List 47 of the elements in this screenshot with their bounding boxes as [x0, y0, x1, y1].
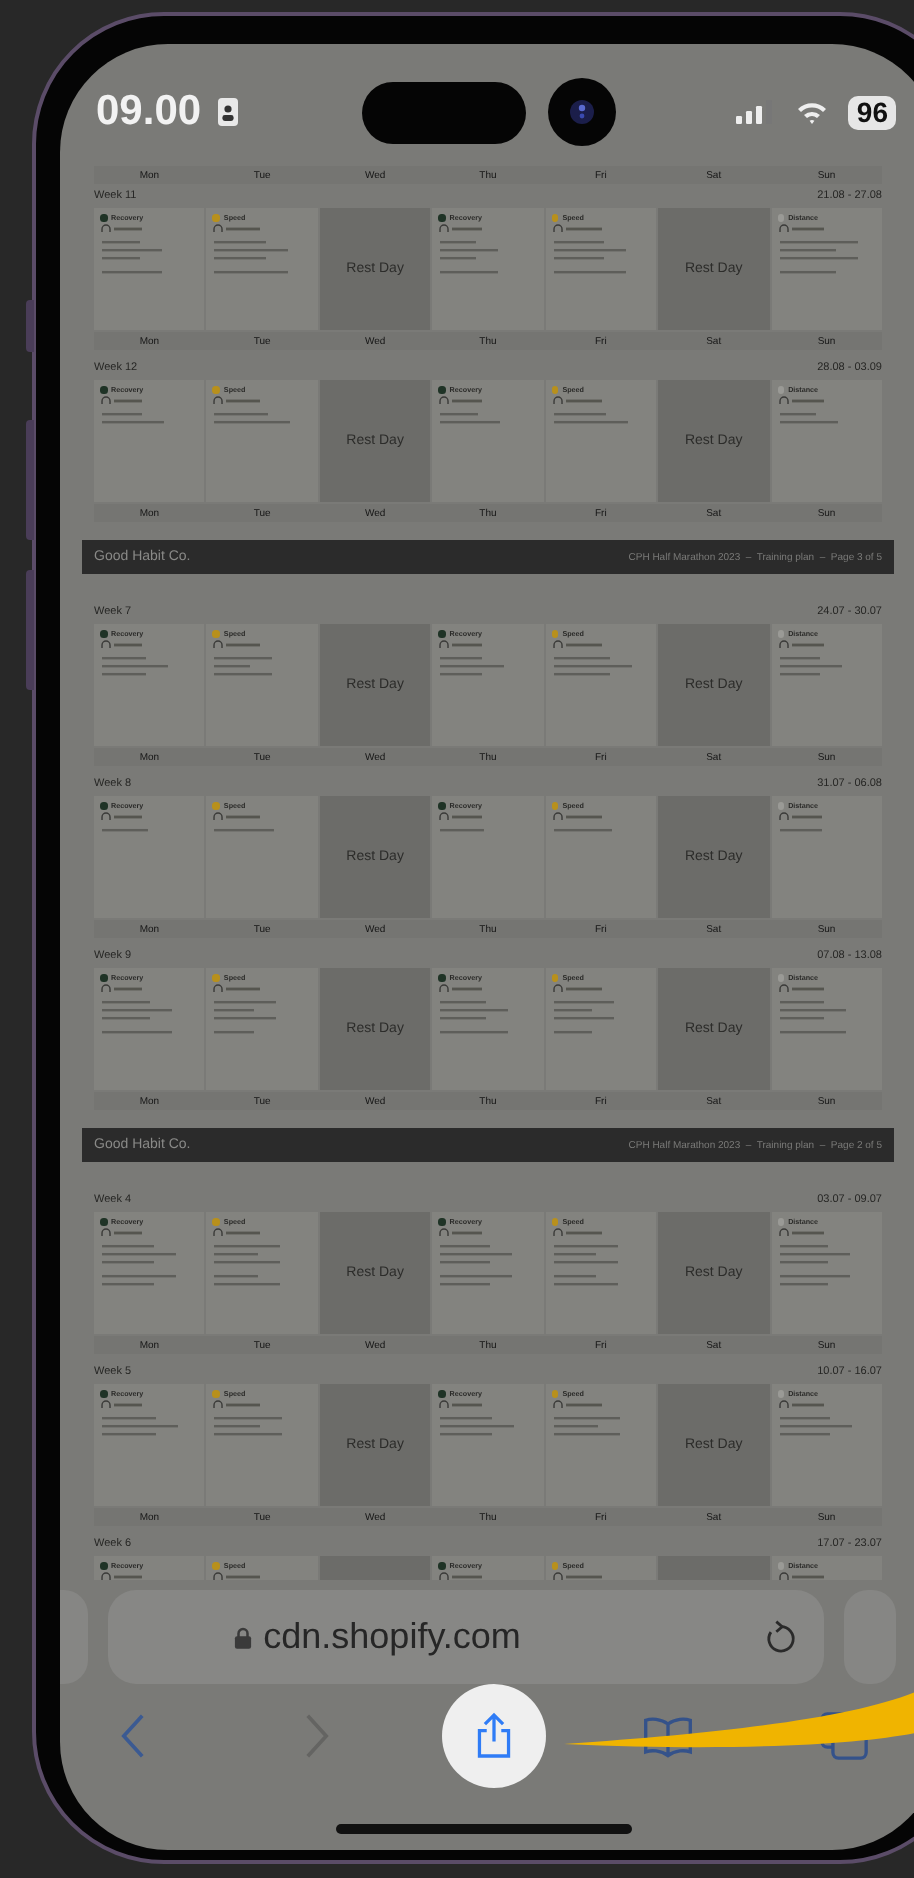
blurred-text-drawing [212, 224, 289, 274]
blurred-text-drawing [212, 1400, 283, 1436]
address-bar[interactable]: cdn.shopify.com [108, 1590, 824, 1684]
blurred-text-drawing [438, 1228, 513, 1286]
blurred-text-drawing [777, 640, 842, 676]
blurred-text-drawing [100, 1400, 178, 1436]
contact-card-icon [217, 98, 238, 126]
lock-icon [233, 1625, 252, 1649]
blurred-text-drawing [551, 812, 612, 832]
blurred-text-drawing [438, 224, 499, 274]
blurred-text-drawing [551, 1400, 620, 1436]
blurred-text-drawing [438, 1400, 515, 1436]
blurred-text-drawing [100, 396, 164, 424]
blurred-text-drawing [551, 224, 626, 274]
battery-indicator: 96 [848, 95, 896, 129]
reload-icon[interactable] [766, 1620, 797, 1654]
blurred-text-drawing [777, 1400, 852, 1436]
blurred-text-drawing [438, 640, 505, 676]
blurred-text-drawing [777, 224, 858, 274]
blurred-text-drawing [100, 640, 168, 676]
blurred-text-drawing [777, 984, 846, 1034]
blurred-text-drawing [551, 640, 632, 676]
blurred-text-drawing [438, 812, 485, 832]
blurred-text-drawing [212, 1228, 281, 1286]
blurred-text-drawing [100, 984, 172, 1034]
book-icon[interactable] [642, 1715, 694, 1757]
status-time: 09.00 [96, 88, 202, 136]
blurred-text-drawing [438, 984, 509, 1034]
blurred-text-drawing [777, 812, 822, 832]
blurred-text-drawing [551, 396, 628, 424]
blurred-text-drawing [100, 224, 162, 274]
blurred-text-drawing [100, 1228, 176, 1286]
blurred-text-drawing [212, 396, 291, 424]
blurred-text-drawing [777, 396, 838, 424]
blurred-text-drawing [212, 812, 275, 832]
wifi-icon [796, 100, 829, 124]
share-icon [474, 1712, 514, 1760]
camera-lens [547, 78, 616, 146]
blurred-text-drawing [212, 984, 277, 1034]
share-button[interactable] [442, 1684, 546, 1788]
blurred-text-drawing [551, 984, 614, 1034]
url-text: cdn.shopify.com [263, 1616, 521, 1658]
blurred-text-drawing [438, 396, 501, 424]
blurred-text-drawing [212, 640, 273, 676]
blurred-text-drawing [100, 812, 148, 832]
blurred-text-drawing [777, 1228, 850, 1286]
blurred-text-drawing [551, 1228, 618, 1286]
